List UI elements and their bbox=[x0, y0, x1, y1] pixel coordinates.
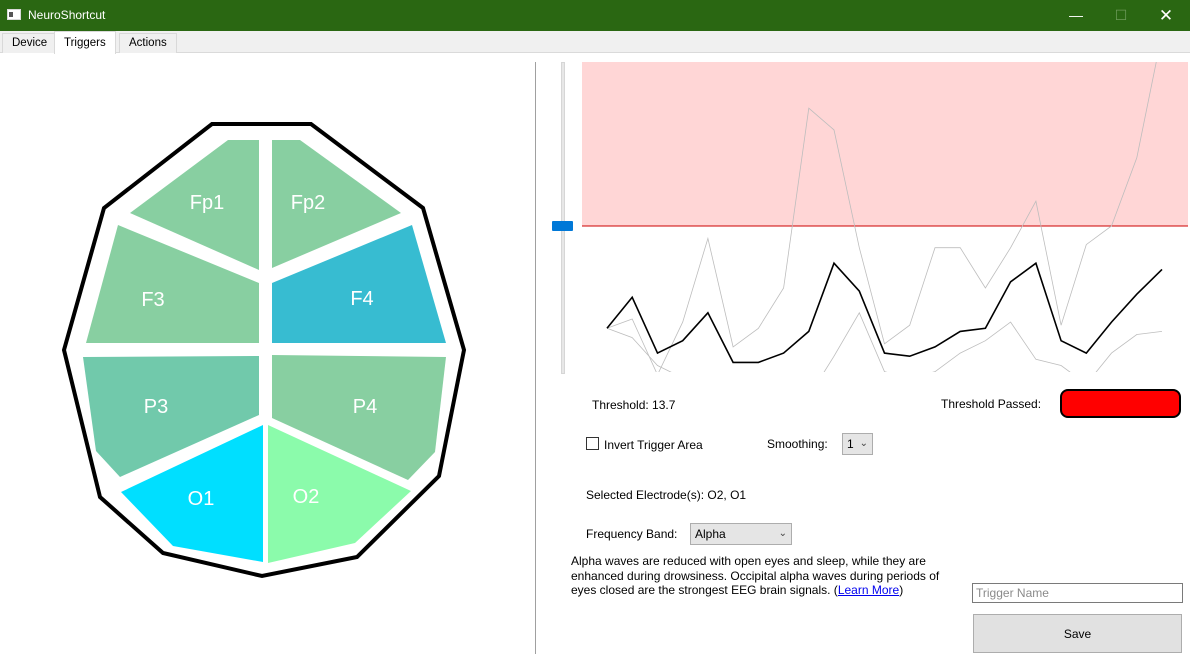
app-icon bbox=[7, 9, 21, 20]
close-button[interactable]: ✕ bbox=[1143, 0, 1189, 31]
tab-actions[interactable]: Actions bbox=[119, 33, 177, 53]
tab-bar: Device Triggers Actions bbox=[0, 31, 1190, 54]
invert-trigger-label: Invert Trigger Area bbox=[604, 438, 703, 452]
threshold-slider-track[interactable] bbox=[561, 62, 565, 374]
threshold-passed-label: Threshold Passed: bbox=[941, 397, 1042, 411]
electrode-label-f3: F3 bbox=[141, 289, 164, 311]
electrode-label-f4: F4 bbox=[350, 288, 373, 310]
maximize-button[interactable]: ☐ bbox=[1098, 0, 1144, 31]
band-description: Alpha waves are reduced with open eyes a… bbox=[571, 554, 961, 598]
frequency-band-select[interactable]: Alpha ⌄ bbox=[690, 523, 792, 545]
electrode-label-o1: O1 bbox=[188, 488, 215, 510]
signal-chart bbox=[582, 62, 1188, 372]
electrode-label-fp1: Fp1 bbox=[190, 192, 224, 214]
window-title: NeuroShortcut bbox=[28, 8, 106, 22]
title-bar: NeuroShortcut — ☐ ✕ bbox=[0, 0, 1190, 31]
electrode-label-p3: P3 bbox=[144, 396, 168, 418]
trigger-area bbox=[582, 62, 1188, 226]
electrode-head-map: Fp1 Fp2 F3 F4 P3 P4 O1 O2 bbox=[0, 54, 532, 654]
threshold-value-label: Threshold: 13.7 bbox=[592, 398, 676, 412]
electrode-label-o2: O2 bbox=[293, 486, 320, 508]
tab-device[interactable]: Device bbox=[2, 33, 58, 53]
selected-electrodes-label: Selected Electrode(s): O2, O1 bbox=[586, 488, 747, 502]
frequency-band-label: Frequency Band: bbox=[586, 527, 678, 541]
chevron-down-icon: ⌄ bbox=[778, 528, 787, 539]
trigger-name-input[interactable] bbox=[972, 583, 1183, 603]
threshold-passed-indicator bbox=[1060, 389, 1181, 418]
save-button[interactable]: Save bbox=[973, 614, 1182, 653]
band-description-suffix: ) bbox=[899, 583, 904, 597]
head-outline bbox=[61, 122, 467, 579]
frequency-band-value: Alpha bbox=[695, 527, 726, 541]
smoothing-select[interactable]: 1 ⌄ bbox=[842, 433, 873, 455]
learn-more-link[interactable]: Learn More bbox=[838, 583, 899, 597]
tab-triggers[interactable]: Triggers bbox=[54, 31, 116, 54]
smoothing-value: 1 bbox=[847, 437, 854, 451]
electrode-label-p4: P4 bbox=[353, 396, 377, 418]
electrode-label-fp2: Fp2 bbox=[291, 192, 325, 214]
smoothing-label: Smoothing: bbox=[767, 437, 828, 451]
minimize-button[interactable]: — bbox=[1053, 0, 1099, 31]
threshold-slider-thumb[interactable] bbox=[552, 221, 573, 231]
series-primary bbox=[606, 261, 1163, 364]
panel-divider bbox=[535, 62, 536, 654]
chevron-down-icon: ⌄ bbox=[859, 438, 868, 449]
invert-trigger-checkbox[interactable] bbox=[586, 437, 599, 450]
